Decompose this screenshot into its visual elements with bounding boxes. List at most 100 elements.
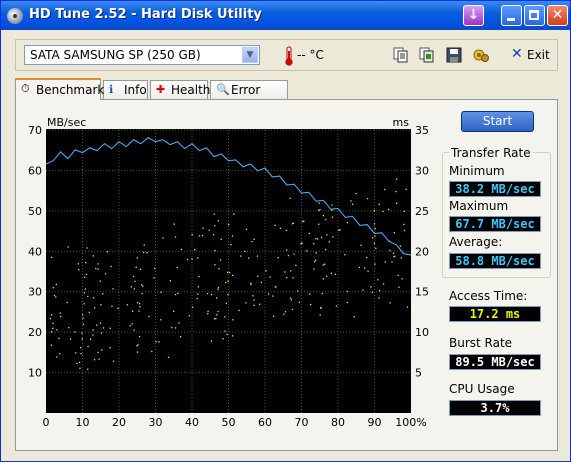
access-time-point [366,197,369,200]
access-time-point [325,218,327,221]
access-time-point [155,341,157,343]
access-time-point [267,293,270,295]
access-time-point [225,281,227,284]
x-tick-label: 30 [149,416,163,429]
access-time-point [315,237,317,240]
access-time-point [69,338,72,340]
access-time-point [287,254,290,257]
cpu-usage-value: 3.7% [449,400,541,416]
tab-benchmark-label: Benchmark [36,83,105,97]
access-time-point [87,368,89,370]
access-time-point [93,359,96,361]
access-time-point [52,287,54,289]
access-time-point [136,257,139,259]
access-time-point [284,271,286,273]
access-time-point [87,345,89,348]
access-time-point [314,259,317,261]
tab-benchmark[interactable]: ⏱ Benchmark [15,78,105,100]
access-time-point [346,221,349,224]
access-time-point [228,271,231,274]
minimum-value: 38.2 MB/sec [449,181,541,197]
access-time-point [358,266,360,269]
access-time-point [406,306,409,308]
access-time-point [109,347,111,349]
access-time-point [396,178,398,180]
access-time-point [319,208,321,211]
access-time-point [78,269,80,271]
access-time-point [308,232,310,235]
y-right-tick-label: 30 [415,164,429,177]
access-time-point [100,304,102,306]
access-time-point [138,303,141,305]
access-time-point [226,271,229,274]
access-time-point [214,225,216,227]
start-button[interactable]: Start [461,111,534,132]
access-time-point [372,237,374,239]
access-time-point [173,223,176,225]
access-time-point [87,295,89,298]
access-time-point [222,338,224,340]
access-time-point [331,204,333,206]
access-time-point [153,277,155,279]
access-time-point [197,257,199,259]
access-time-point [240,255,242,257]
access-time-point [339,229,341,231]
access-time-point [82,323,85,325]
access-time-point [313,268,315,270]
access-time-point [218,268,220,270]
access-time-point [301,242,303,244]
access-time-value: 17.2 ms [449,306,541,322]
access-time-point [197,286,200,288]
x-tick-label: 70 [295,416,309,429]
access-time-point [365,256,368,259]
access-time-point [326,275,328,277]
access-time-point [308,293,311,295]
access-time-point [186,258,189,261]
access-time-point [92,329,94,331]
access-time-point [328,241,330,243]
access-time-point [59,312,61,314]
access-time-point [83,292,86,294]
access-time-point [202,227,204,229]
y-right-tick-label: 20 [415,245,429,258]
access-time-point [224,330,226,332]
access-time-point [389,302,391,304]
access-time-point [360,244,362,247]
access-time-point [139,268,142,271]
stopwatch-icon: ⏱ [21,82,30,95]
access-time-point [228,223,230,226]
access-time-point [208,229,210,231]
access-time-point [403,223,405,226]
y-right-tick-label: 35 [415,124,429,137]
access-time-point [198,275,200,278]
access-time-point [136,345,138,347]
access-time-point [139,306,141,308]
access-time-point [82,317,84,320]
access-time-point [400,257,402,259]
access-time-point [83,303,85,305]
access-time-point [55,296,57,298]
access-time-point [68,326,70,329]
access-time-point [101,349,103,351]
access-time-point [378,203,380,206]
y-right-tick-label: 25 [415,205,429,218]
access-time-point [188,315,191,317]
access-time-point [174,293,177,296]
access-time-point [74,331,76,333]
access-time-point [403,229,406,232]
access-time-point [260,281,263,284]
access-time-point [364,267,366,269]
access-time-point [344,253,346,256]
access-time-point [245,302,247,304]
access-time-point [148,315,150,318]
access-time-point [318,223,320,225]
access-time-point [169,280,171,282]
access-time-point [160,291,162,293]
access-time-point [92,297,95,299]
access-time-point [250,282,252,284]
access-time-point [112,360,115,363]
access-time-point [102,293,104,295]
x-tick-label: 40 [185,416,199,429]
access-time-point [177,292,179,295]
access-time-point [174,327,177,329]
